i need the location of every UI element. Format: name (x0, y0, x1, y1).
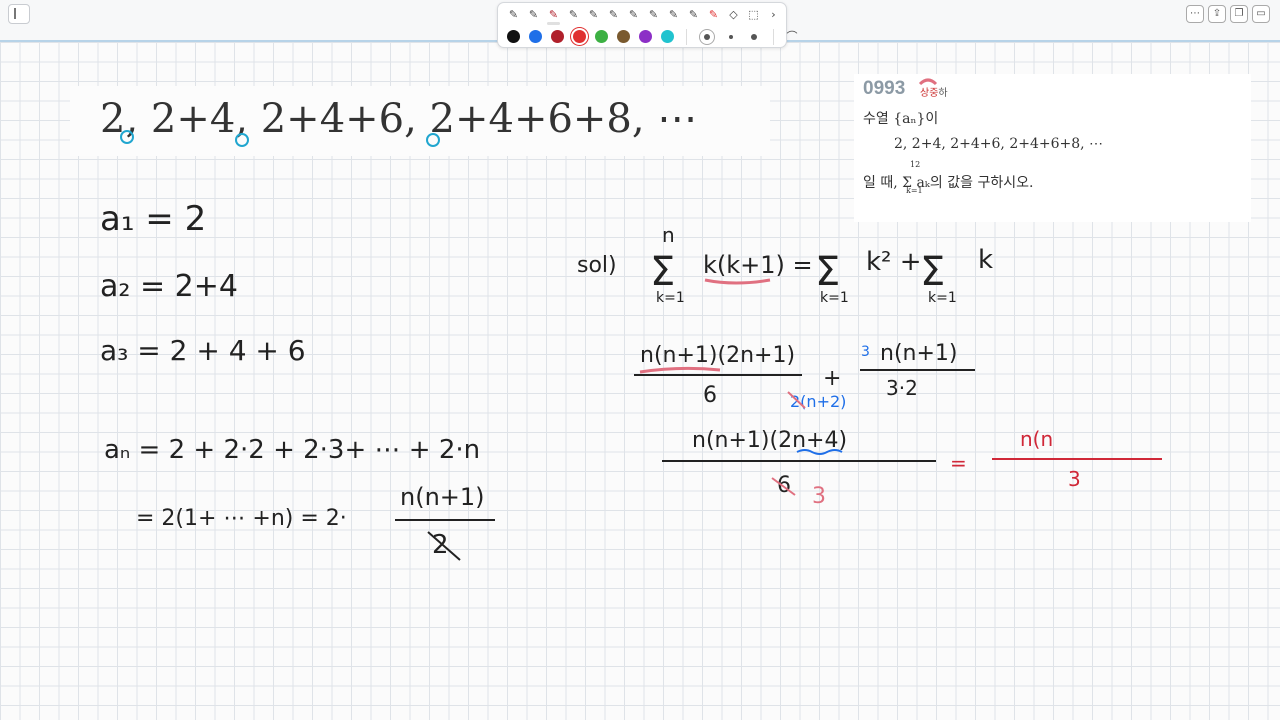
sigma-3: Σ (920, 249, 945, 295)
color-red-swatch[interactable] (573, 30, 586, 43)
sequence-text: 2, 2+4, 2+4+6, 2+4+6+8, ⋯ (100, 96, 698, 142)
pen-tool-icon[interactable]: ✎ (544, 6, 563, 25)
toolbar-divider (686, 28, 687, 45)
color-green-swatch[interactable] (595, 30, 608, 43)
sidebar-toggle-icon[interactable] (8, 4, 30, 24)
result-numerator: n(n (1020, 427, 1053, 451)
pen-size-medium[interactable] (724, 30, 738, 44)
note-a3: a₃ = 2 + 4 + 6 (100, 334, 306, 367)
sol-label: sol) (577, 253, 617, 278)
sum-k-squared: k² + (866, 247, 922, 277)
pen-tool-icon[interactable]: ✎ (604, 6, 623, 23)
frac3-denominator: 6 (777, 473, 791, 498)
blue-three: 3 (861, 344, 870, 360)
sum-lower-2: k=1 (820, 290, 849, 306)
frac2-numerator: n(n+1) (880, 341, 957, 366)
pen-size-small[interactable] (747, 30, 761, 44)
pen-tool-icon[interactable]: ✎ (584, 6, 603, 23)
frac2-denominator: 3·2 (886, 376, 918, 400)
stroke-style-icon[interactable]: ⌒ (786, 28, 798, 45)
plus-sign: + (823, 366, 841, 391)
pen-size-large[interactable] (699, 28, 715, 45)
color-blue-swatch[interactable] (529, 30, 542, 43)
solution-notes: sol) n Σ k=1 k(k+1) = Σ k=1 k² + Σ k=1 k… (577, 223, 993, 498)
eraser-icon[interactable]: ◇ (724, 6, 743, 23)
pen-tool-icon[interactable]: ✎ (644, 6, 663, 23)
note-an-denominator: 2 (432, 530, 449, 560)
top-bar: ✎ ✎ ✎ ✎ ✎ ✎ ✎ ✎ ✎ ✎ ✎ ◇ ⬚ › ⌒ ⋯ ⇪ ❐ ▭ (0, 0, 1280, 48)
result-denominator: 3 (1068, 467, 1081, 491)
sum-lower-3: k=1 (928, 290, 957, 306)
red-three: 3 (812, 484, 826, 509)
tool-row: ✎ ✎ ✎ ✎ ✎ ✎ ✎ ✎ ✎ ✎ ✎ ◇ ⬚ › (504, 6, 783, 25)
frac1-numerator: n(n+1)(2n+1) (640, 343, 795, 368)
difficulty-high: 상 (920, 88, 930, 99)
blue-note: 2(n+2) (790, 392, 846, 411)
toolbar-divider (773, 28, 774, 45)
cancel-mark (427, 531, 461, 561)
panel-icon[interactable]: ▭ (1252, 5, 1270, 23)
frac3-numerator: n(n+1)(2n+4) (692, 428, 847, 453)
color-cyan-swatch[interactable] (661, 30, 674, 43)
problem-line-3: 일 때, Σ aₖ의 값을 구하시오. (863, 175, 1034, 191)
color-purple-swatch[interactable] (639, 30, 652, 43)
frac1-denominator: 6 (703, 383, 717, 408)
color-brown-swatch[interactable] (617, 30, 630, 43)
pen-red-icon[interactable]: ✎ (704, 6, 723, 23)
note-a1: a₁ = 2 (100, 199, 206, 239)
pen-tool-icon[interactable]: ✎ (624, 6, 643, 23)
note-an-expanded: = 2(1+ ⋯ +n) = 2· (136, 506, 347, 531)
highlighter-icon[interactable]: ✎ (684, 6, 703, 23)
note-a2: a₂ = 2+4 (100, 269, 238, 304)
pen-tool-icon[interactable]: ✎ (504, 6, 523, 23)
sum-lower-limit: k=1 (906, 186, 923, 195)
sequence-banner: 2, 2+4, 2+4+6, 2+4+6+8, ⋯ (70, 86, 770, 156)
blue-underline (796, 449, 843, 455)
problem-line-2: 2, 2+4, 2+4+6, 2+4+6+8, ⋯ (894, 136, 1104, 152)
difficulty-badge: 상중하 (920, 84, 948, 99)
lasso-icon[interactable]: ⬚ (744, 6, 763, 23)
color-darkred-swatch[interactable] (551, 30, 564, 43)
note-an: aₙ = 2 + 2·2 + 2·3+ ⋯ + 2·n (104, 435, 480, 465)
drawing-toolbar: ✎ ✎ ✎ ✎ ✎ ✎ ✎ ✎ ✎ ✎ ✎ ◇ ⬚ › ⌒ (497, 2, 798, 48)
sigma-1: Σ (650, 249, 675, 295)
sum-upper-limit: 12 (910, 160, 921, 169)
red-equals: = (950, 451, 967, 475)
problem-line-1: 수열 {aₙ}이 (863, 111, 939, 127)
blue-annotations: 3 2(n+2) (790, 344, 870, 455)
note-an-numerator: n(n+1) (400, 483, 485, 511)
color-black-swatch[interactable] (507, 30, 520, 43)
sum-upper: n (662, 223, 675, 247)
red-underline-2 (704, 278, 771, 285)
share-icon[interactable]: ⇪ (1208, 5, 1226, 23)
difficulty-low: 하 (938, 88, 948, 99)
copy-icon[interactable]: ❐ (1230, 5, 1248, 23)
red-strike (787, 391, 806, 409)
color-palette: ⌒ (507, 28, 798, 45)
window-controls: ⋯ ⇪ ❐ ▭ (1186, 5, 1270, 23)
left-notes: a₁ = 2 a₂ = 2+4 a₃ = 2 + 4 + 6 aₙ = 2 + … (100, 199, 495, 561)
pen-tool-icon[interactable]: ✎ (524, 6, 543, 23)
sigma-2: Σ (815, 249, 840, 295)
sum-expression: k(k+1) = (703, 251, 813, 279)
red-underline-1 (639, 366, 721, 374)
problem-number: 0993 (863, 78, 906, 99)
red-strike-2 (771, 477, 796, 496)
more-tools-icon[interactable]: › (764, 6, 783, 23)
pen-tool-icon[interactable]: ✎ (664, 6, 683, 23)
sum-lower: k=1 (656, 290, 685, 306)
more-options-icon[interactable]: ⋯ (1186, 5, 1204, 23)
pen-tool-icon[interactable]: ✎ (564, 6, 583, 23)
problem-card: 0993 상중하 수열 {aₙ}이 2, 2+4, 2+4+6, 2+4+6+8… (854, 74, 1251, 222)
sum-k: k (978, 245, 993, 275)
